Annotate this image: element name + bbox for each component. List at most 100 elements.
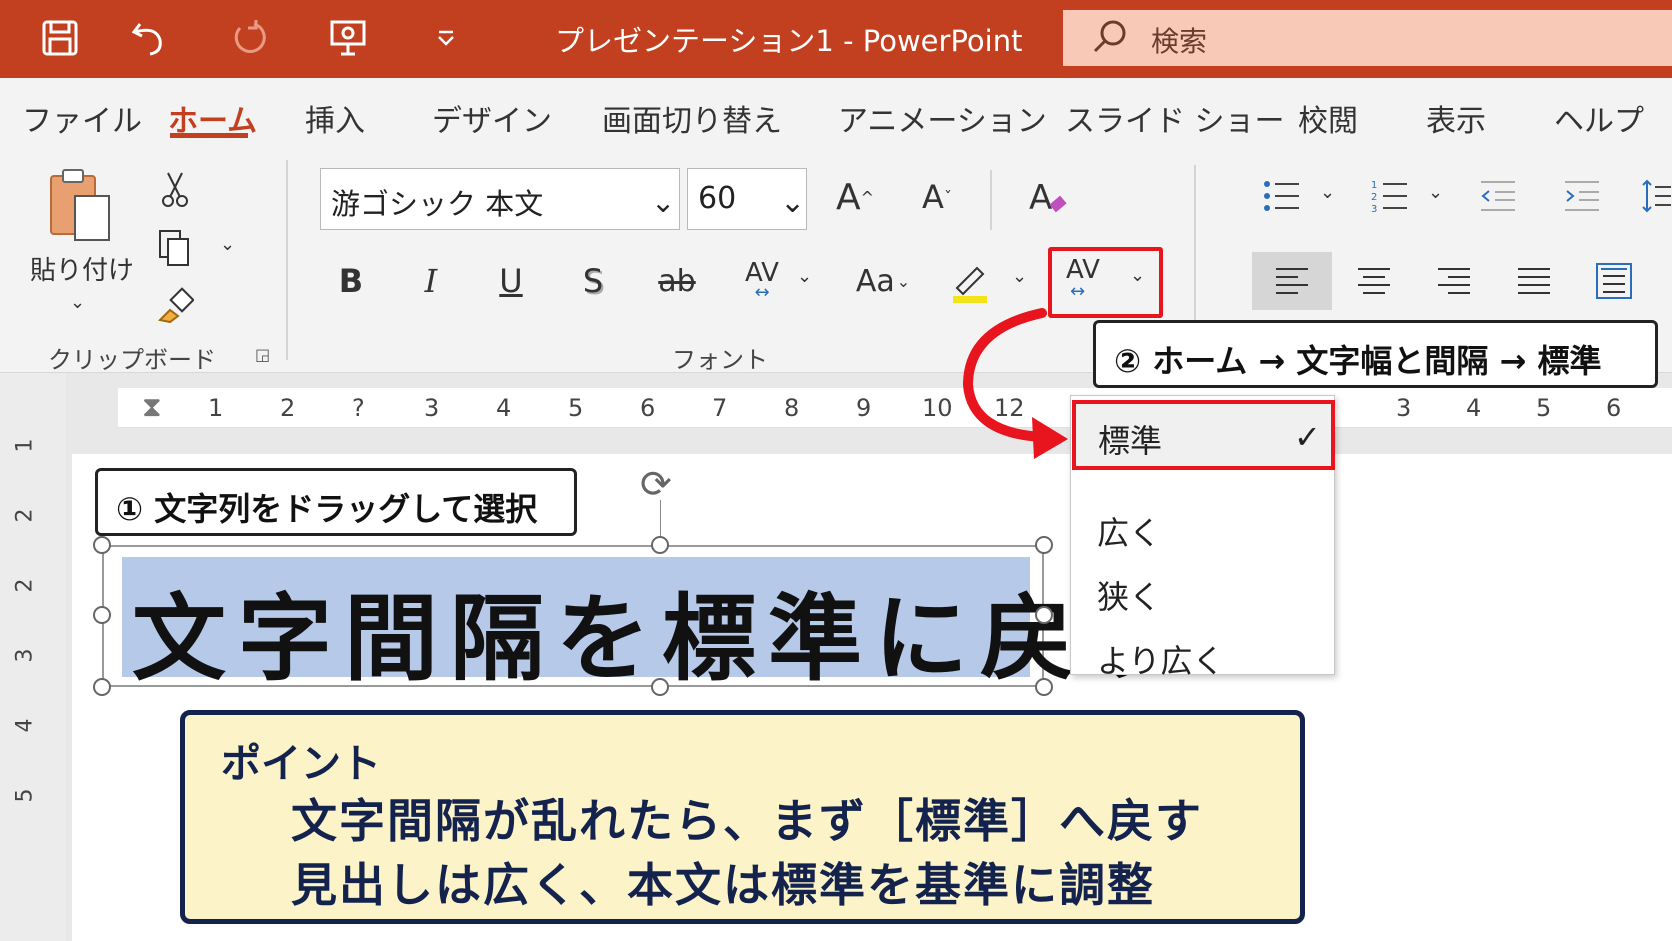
double-arrow-icon: ↔: [1070, 281, 1086, 302]
undo-icon[interactable]: [128, 16, 172, 60]
copy-dropdown-icon[interactable]: ⌄: [220, 234, 235, 255]
tab-review[interactable]: 校閲: [1298, 96, 1358, 140]
align-left-icon[interactable]: [1252, 252, 1332, 310]
bullets-icon[interactable]: [1262, 176, 1302, 216]
rotate-handle-icon[interactable]: ⟳: [640, 462, 672, 506]
menu-item-wide[interactable]: 広く: [1071, 494, 1336, 558]
format-painter-icon[interactable]: [155, 285, 195, 325]
redo-icon[interactable]: [228, 16, 272, 60]
title-textbox[interactable]: 文字間隔を標準に戻す: [102, 545, 1180, 694]
italic-button[interactable]: I: [408, 258, 454, 304]
present-icon[interactable]: [326, 16, 370, 60]
point-line-1: 文字間隔が乱れたら、まず［標準］へ戻す: [291, 794, 1203, 848]
font-name-select[interactable]: 游ゴシック 本文 ⌄: [320, 168, 680, 230]
strikethrough-button[interactable]: ab: [652, 258, 702, 304]
search-label: 検索: [1151, 25, 1208, 58]
tab-view[interactable]: 表示: [1426, 96, 1486, 140]
vruler-number: 4: [12, 718, 38, 733]
search-box[interactable]: 検索: [1063, 10, 1672, 66]
text-selection[interactable]: 文字間隔を標準に戻す: [122, 557, 1180, 694]
align-center-icon[interactable]: [1352, 256, 1396, 306]
window-title: プレゼンテーション1 - PowerPoint: [555, 24, 1023, 58]
svg-text:3: 3: [1371, 204, 1377, 213]
ruler-number: 8: [784, 394, 800, 422]
resize-handle[interactable]: [93, 536, 111, 554]
step1-callout: ① 文字列をドラッグして選択: [95, 468, 577, 536]
menu-bar: ファイル ホーム 挿入 デザイン 画面切り替え アニメーション スライド ショー…: [0, 78, 1672, 148]
paste-icon[interactable]: [40, 165, 120, 245]
chevron-down-icon[interactable]: ⌄: [1320, 182, 1335, 203]
resize-handle[interactable]: [93, 678, 111, 696]
chevron-down-icon[interactable]: ⌄: [1012, 266, 1027, 287]
resize-handle[interactable]: [93, 606, 111, 624]
customize-qat-icon[interactable]: [424, 16, 468, 60]
menu-item-wider[interactable]: より広く: [1071, 622, 1336, 686]
tab-help[interactable]: ヘルプ: [1554, 96, 1644, 140]
menu-item-narrow[interactable]: 狭く: [1071, 558, 1336, 622]
font-size-select[interactable]: 60 ⌄: [687, 168, 807, 230]
tab-insert[interactable]: 挿入: [305, 96, 365, 140]
tab-design[interactable]: デザイン: [432, 96, 552, 140]
increase-indent-icon[interactable]: [1562, 176, 1602, 216]
clipboard-dialog-launcher-icon[interactable]: ◲: [255, 345, 270, 364]
resize-handle[interactable]: [651, 678, 669, 696]
copy-icon[interactable]: [155, 228, 195, 268]
shadow-button[interactable]: S: [570, 258, 616, 304]
step1-callout-text: ① 文字列をドラッグして選択: [116, 490, 538, 528]
ruler-number: 6: [640, 394, 656, 422]
cut-icon[interactable]: [155, 170, 195, 210]
resize-handle[interactable]: [651, 536, 669, 554]
check-icon: ✓: [1294, 418, 1321, 456]
title-bar: プレゼンテーション1 - PowerPoint 検索: [0, 0, 1672, 78]
chevron-down-icon: ⌄: [780, 185, 806, 220]
character-spacing-button-alt[interactable]: AV ↔: [736, 250, 788, 310]
horizontal-ruler: ⧗ 1 2 ? 3 4 5 6 7 8 9 10 12 3 4 5 6: [118, 388, 1672, 428]
ruler-number: ?: [352, 394, 365, 422]
paste-dropdown-icon[interactable]: ⌄: [70, 292, 85, 313]
tab-transitions[interactable]: 画面切り替え: [602, 96, 782, 140]
font-name-value: 游ゴシック 本文: [331, 187, 544, 221]
ribbon-separator: [286, 160, 288, 360]
paste-label[interactable]: 貼り付け: [30, 250, 134, 287]
save-icon[interactable]: [38, 16, 82, 60]
tab-file[interactable]: ファイル: [22, 96, 142, 140]
ruler-number: 1: [208, 394, 224, 422]
change-case-button[interactable]: Aa ⌄: [848, 258, 918, 304]
tab-animations[interactable]: アニメーション: [838, 96, 1047, 140]
clear-formatting-icon[interactable]: A: [1022, 172, 1072, 222]
double-arrow-icon: ↔: [754, 281, 770, 303]
menu-item-label: 広く: [1097, 514, 1162, 552]
font-size-value: 60: [698, 181, 737, 216]
distributed-icon[interactable]: [1592, 256, 1636, 306]
resize-handle[interactable]: [1035, 606, 1053, 624]
align-right-icon[interactable]: [1432, 256, 1476, 306]
menu-item-standard[interactable]: 標準 ✓: [1072, 400, 1335, 470]
bold-button[interactable]: B: [328, 258, 374, 304]
grow-font-button[interactable]: A ^: [830, 172, 880, 222]
ruler-number: 3: [424, 394, 440, 422]
line-spacing-icon[interactable]: [1640, 176, 1672, 216]
active-tab-indicator: [170, 133, 248, 138]
numbering-icon[interactable]: 123: [1370, 176, 1410, 216]
shrink-font-label: A: [922, 178, 944, 216]
tab-slideshow[interactable]: スライド ショー: [1065, 96, 1285, 140]
indent-marker-icon[interactable]: ⧗: [142, 390, 162, 424]
ruler-number: 2: [280, 394, 296, 422]
resize-handle[interactable]: [1035, 536, 1053, 554]
justify-icon[interactable]: [1512, 256, 1556, 306]
vruler-number: 3: [12, 648, 38, 663]
underline-button[interactable]: U: [488, 258, 534, 304]
ruler-number: 7: [712, 394, 728, 422]
ruler-number: 5: [568, 394, 584, 422]
vertical-ruler: 1 2 2 3 4 5: [0, 373, 66, 941]
resize-handle[interactable]: [1035, 678, 1053, 696]
decrease-indent-icon[interactable]: [1478, 176, 1518, 216]
shrink-font-button[interactable]: Aˇ: [912, 172, 962, 222]
chevron-down-icon[interactable]: ⌄: [1428, 182, 1443, 203]
rotate-handle-line: [660, 500, 661, 536]
point-title: ポイント: [221, 741, 381, 787]
chevron-down-icon[interactable]: ⌄: [797, 266, 812, 287]
clipboard-group-label: クリップボード: [48, 346, 216, 374]
menu-item-label: 狭く: [1097, 578, 1162, 616]
highlight-icon[interactable]: [946, 255, 992, 307]
